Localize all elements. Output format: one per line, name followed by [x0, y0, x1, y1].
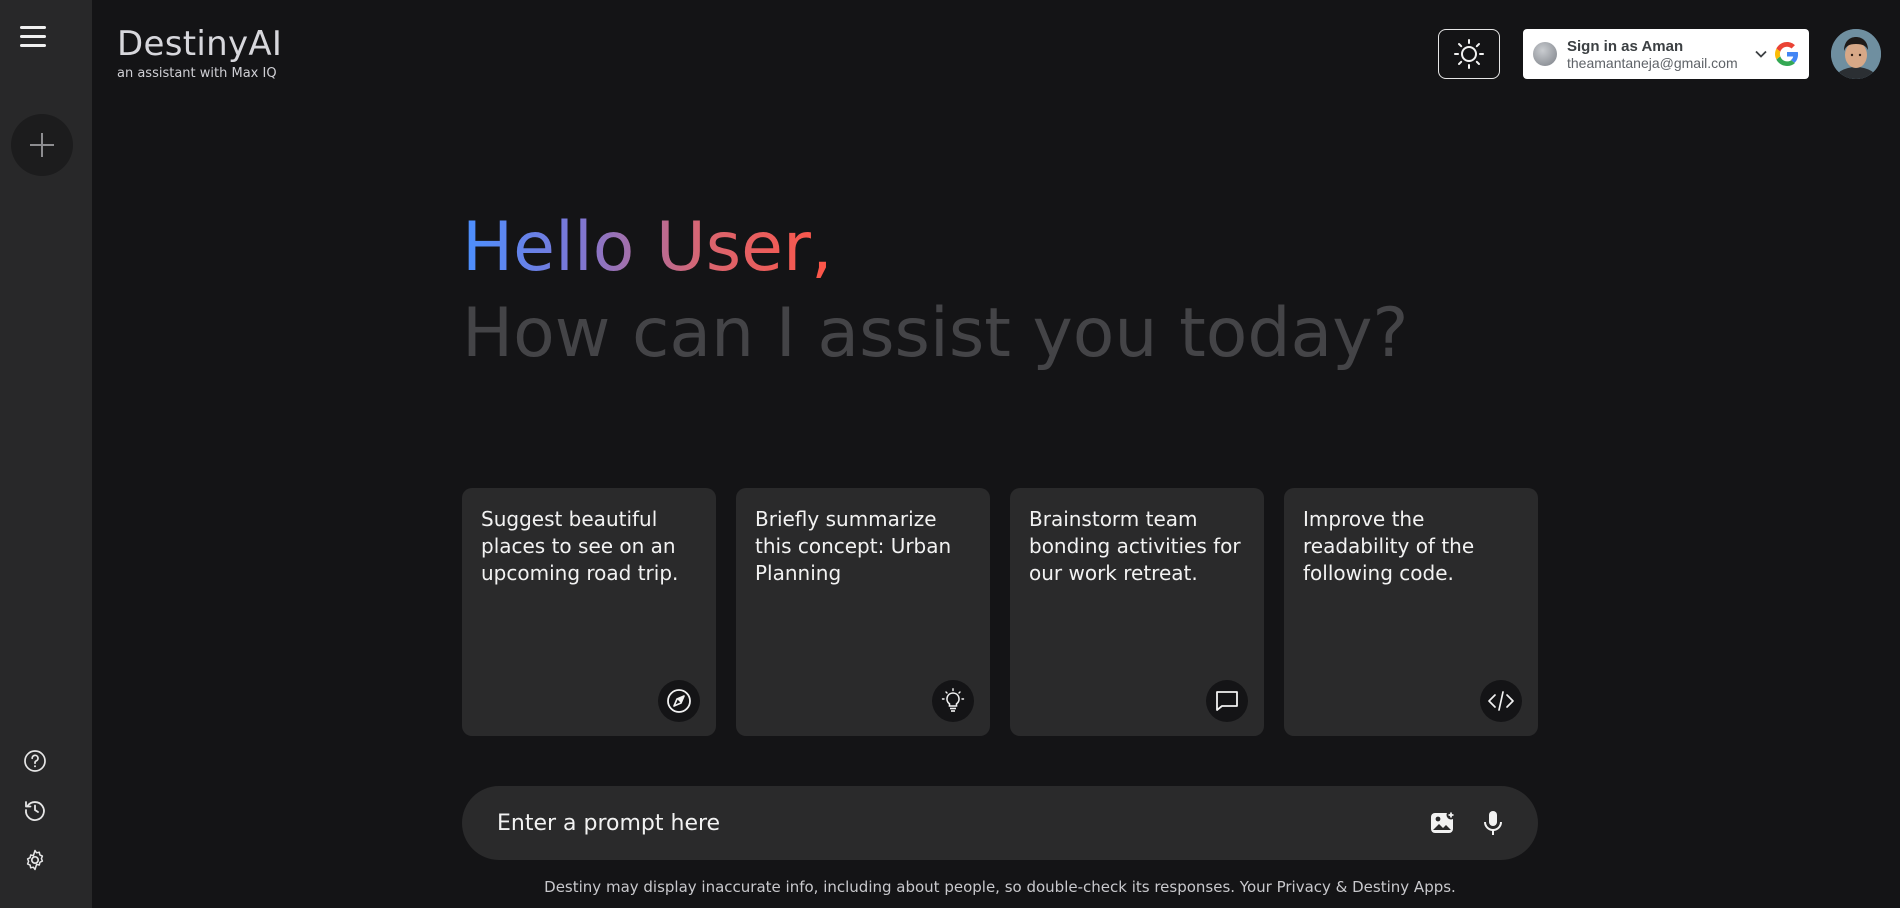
- card-text: Briefly summarize this concept: Urban Pl…: [755, 507, 952, 585]
- user-avatar[interactable]: [1831, 29, 1881, 79]
- google-signin-button[interactable]: Sign in as Aman theamantaneja@gmail.com: [1523, 29, 1809, 79]
- disclaimer: Destiny may display inaccurate info, inc…: [544, 878, 1456, 896]
- signin-text: Sign in as Aman theamantaneja@gmail.com: [1567, 38, 1755, 71]
- google-logo-icon: [1775, 42, 1799, 66]
- help-icon: [24, 750, 46, 772]
- suggestion-card[interactable]: Brainstorm team bonding activities for o…: [1010, 488, 1264, 736]
- history-button[interactable]: [22, 797, 48, 823]
- suggestion-card[interactable]: Suggest beautiful places to see on an up…: [462, 488, 716, 736]
- suggestion-card[interactable]: Improve the readability of the following…: [1284, 488, 1538, 736]
- bulb-icon: [941, 688, 965, 712]
- card-icon-wrap: [1206, 680, 1248, 722]
- signin-email: theamantaneja@gmail.com: [1567, 54, 1738, 71]
- card-text: Suggest beautiful places to see on an up…: [481, 507, 679, 585]
- greeting: Hello User, How can I assist you today?: [462, 206, 1409, 376]
- settings-button[interactable]: [22, 847, 48, 873]
- card-text: Improve the readability of the following…: [1303, 507, 1475, 585]
- profile-photo: [1831, 29, 1881, 79]
- voice-input-button[interactable]: [1478, 808, 1508, 838]
- brand: DestinyAI an assistant with Max IQ: [117, 24, 282, 81]
- app-subtitle: an assistant with Max IQ: [117, 66, 277, 81]
- theme-toggle-button[interactable]: [1438, 29, 1500, 79]
- history-icon: [25, 801, 45, 821]
- chevron-down-icon: [1755, 50, 1767, 58]
- message-icon: [1216, 691, 1238, 711]
- card-icon-wrap: [932, 680, 974, 722]
- sun-icon: [1454, 39, 1484, 69]
- card-text: Brainstorm team bonding activities for o…: [1029, 507, 1241, 585]
- help-button[interactable]: [22, 748, 48, 774]
- greeting-question: How can I assist you today?: [462, 294, 1409, 373]
- settings-icon: [26, 849, 44, 871]
- suggestion-card[interactable]: Briefly summarize this concept: Urban Pl…: [736, 488, 990, 736]
- account-avatar: [1533, 42, 1557, 66]
- card-icon-wrap: [658, 680, 700, 722]
- greeting-hello: Hello User,: [462, 206, 833, 290]
- new-chat-button[interactable]: [11, 114, 73, 176]
- plus-icon: [30, 133, 54, 157]
- gallery-icon: [1431, 810, 1456, 833]
- suggestion-cards: Suggest beautiful places to see on an up…: [462, 488, 1538, 736]
- app-title: DestinyAI: [117, 24, 283, 64]
- hamburger-icon[interactable]: [20, 26, 50, 50]
- compass-icon: [667, 689, 691, 713]
- upload-image-button[interactable]: [1428, 808, 1458, 838]
- signin-name: Sign in as Aman: [1567, 37, 1684, 55]
- sidebar: [0, 0, 92, 908]
- prompt-input[interactable]: [497, 810, 1408, 836]
- code-icon: [1488, 691, 1514, 711]
- card-icon-wrap: [1480, 680, 1522, 722]
- prompt-bar: [462, 786, 1538, 860]
- mic-icon: [1484, 811, 1502, 835]
